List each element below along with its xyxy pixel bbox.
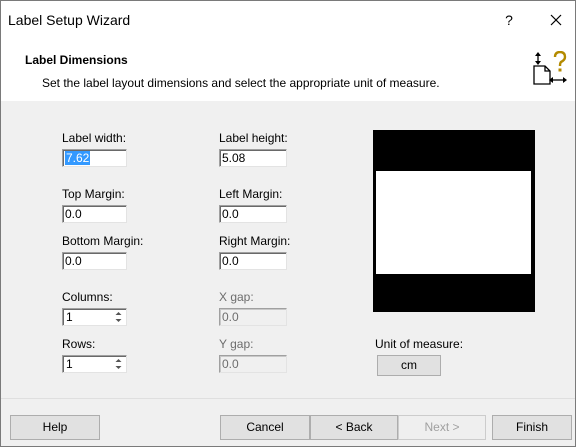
y-gap-field[interactable]: 0.0 xyxy=(219,355,287,373)
y-gap-label: Y gap: xyxy=(219,337,254,351)
page-title: Label Dimensions xyxy=(25,53,128,67)
label-height-label: Label height: xyxy=(219,131,288,145)
finish-button[interactable]: Finish xyxy=(492,415,572,440)
cancel-button[interactable]: Cancel xyxy=(220,415,310,440)
label-preview xyxy=(373,130,535,312)
back-button[interactable]: < Back xyxy=(310,415,398,440)
rows-stepper[interactable]: 1 xyxy=(62,355,127,373)
top-margin-field[interactable]: 0.0 xyxy=(62,205,127,223)
left-margin-field[interactable]: 0.0 xyxy=(219,205,287,223)
unit-of-measure-button[interactable]: cm xyxy=(377,355,441,376)
close-icon[interactable] xyxy=(543,7,569,33)
unit-of-measure-label: Unit of measure: xyxy=(375,337,464,351)
label-setup-wizard-dialog: Label Setup Wizard ? Label Dimensions Se… xyxy=(0,0,576,447)
label-width-field[interactable]: 7.62 xyxy=(62,149,127,167)
spin-arrows-icon[interactable] xyxy=(115,358,122,370)
footer-divider xyxy=(1,398,575,399)
help-icon[interactable]: ? xyxy=(499,12,519,28)
columns-label: Columns: xyxy=(62,290,113,304)
label-width-label: Label width: xyxy=(62,131,127,145)
bottom-margin-label: Bottom Margin: xyxy=(62,234,144,248)
next-button[interactable]: Next > xyxy=(398,415,486,440)
page-description: Set the label layout dimensions and sele… xyxy=(42,76,440,90)
columns-stepper[interactable]: 1 xyxy=(62,308,127,326)
left-margin-label: Left Margin: xyxy=(219,187,283,201)
title-bar: Label Setup Wizard ? xyxy=(1,1,575,41)
right-margin-label: Right Margin: xyxy=(219,234,291,248)
bottom-margin-field[interactable]: 0.0 xyxy=(62,252,127,270)
label-preview-label xyxy=(375,170,532,275)
label-dimensions-icon xyxy=(531,50,571,91)
window-title: Label Setup Wizard xyxy=(8,12,131,28)
top-margin-label: Top Margin: xyxy=(62,187,125,201)
label-height-field[interactable]: 5.08 xyxy=(219,149,287,167)
help-button[interactable]: Help xyxy=(10,415,100,440)
spin-arrows-icon[interactable] xyxy=(115,311,122,323)
x-gap-field[interactable]: 0.0 xyxy=(219,308,287,326)
wizard-header: Label Dimensions Set the label layout di… xyxy=(1,41,575,101)
right-margin-field[interactable]: 0.0 xyxy=(219,252,287,270)
rows-label: Rows: xyxy=(62,337,96,351)
x-gap-label: X gap: xyxy=(219,290,254,304)
